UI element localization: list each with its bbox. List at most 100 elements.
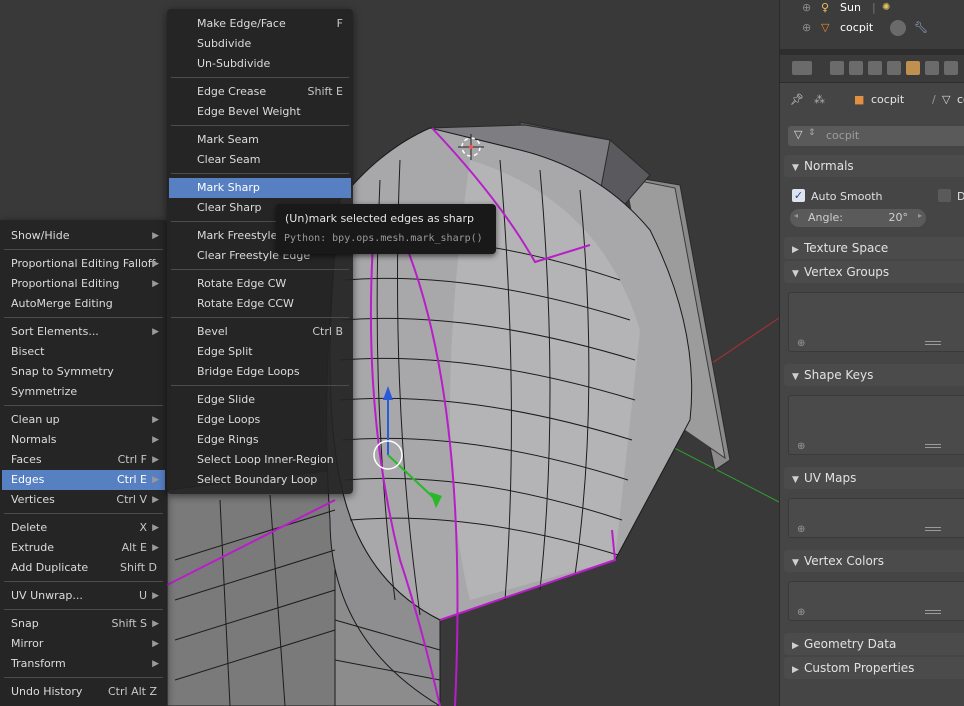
menu-item[interactable]: AutoMerge Editing bbox=[2, 294, 165, 314]
plus-icon[interactable]: ⊕ bbox=[797, 338, 805, 349]
menu-item-label: Proportional Editing Falloff bbox=[11, 257, 156, 270]
outliner-label: Sun bbox=[840, 1, 861, 14]
menu-item[interactable]: Select Boundary Loop bbox=[169, 470, 351, 490]
double-sided-checkbox[interactable] bbox=[938, 189, 951, 202]
menu-item[interactable]: Edge Rings bbox=[169, 430, 351, 450]
modifiers-icon[interactable] bbox=[944, 61, 958, 75]
constraints-icon[interactable] bbox=[925, 61, 939, 75]
object-icon[interactable] bbox=[906, 61, 920, 75]
menu-item[interactable]: Delete X ▶ bbox=[2, 518, 165, 538]
menu-item-label: Extrude bbox=[11, 541, 55, 554]
menu-item-label: Vertices bbox=[11, 493, 55, 506]
menu-separator bbox=[4, 405, 163, 406]
menu-item[interactable]: Mirror ▶ bbox=[2, 634, 165, 654]
shape-keys-list[interactable]: ⊕ bbox=[788, 395, 964, 455]
menu-item[interactable]: Clear Seam bbox=[169, 150, 351, 170]
menu-item[interactable]: Edges Ctrl E ▶ bbox=[2, 470, 165, 490]
editor-type-icon[interactable] bbox=[792, 61, 812, 75]
menu-item[interactable]: Mark Sharp bbox=[169, 178, 351, 198]
menu-item[interactable]: Edge Slide bbox=[169, 390, 351, 410]
menu-item[interactable]: Un-Subdivide bbox=[169, 54, 351, 74]
menu-item[interactable]: Bridge Edge Loops bbox=[169, 362, 351, 382]
chevron-left-icon[interactable]: ◂ bbox=[794, 211, 798, 220]
menu-item[interactable]: Rotate Edge CW bbox=[169, 274, 351, 294]
menu-item[interactable]: Proportional Editing Falloff ▶ bbox=[2, 254, 165, 274]
plus-icon[interactable]: ⊕ bbox=[797, 441, 805, 452]
plus-icon[interactable]: ⊕ bbox=[797, 524, 805, 535]
menu-item[interactable]: Snap Shift S ▶ bbox=[2, 614, 165, 634]
vertex-groups-list[interactable]: ⊕ bbox=[788, 292, 964, 352]
chevron-right-icon[interactable]: ▸ bbox=[918, 211, 922, 220]
menu-item[interactable]: Mark Seam bbox=[169, 130, 351, 150]
menu-item-label: Subdivide bbox=[197, 37, 252, 50]
object-context-icon: ■ bbox=[854, 93, 865, 106]
menu-item[interactable]: Normals ▶ bbox=[2, 430, 165, 450]
menu-item[interactable]: Snap to Symmetry bbox=[2, 362, 165, 382]
pin-icon[interactable]: 📌︎ bbox=[790, 93, 804, 106]
menu-item[interactable]: Bisect bbox=[2, 342, 165, 362]
menu-item[interactable]: Symmetrize bbox=[2, 382, 165, 402]
panel-geometry-data[interactable]: ▶ Geometry Data bbox=[784, 633, 964, 655]
menu-item-label: Edge Slide bbox=[197, 393, 256, 406]
panel-vertex-groups[interactable]: ▼ Vertex Groups bbox=[784, 261, 964, 283]
menu-item[interactable]: Extrude Alt E ▶ bbox=[2, 538, 165, 558]
menu-item[interactable]: Make Edge/Face F bbox=[169, 14, 351, 34]
menu-item-label: Bevel bbox=[197, 325, 228, 338]
menu-item[interactable]: Edge Bevel Weight bbox=[169, 102, 351, 122]
menu-item[interactable]: Clean up ▶ bbox=[2, 410, 165, 430]
panel-uv-maps[interactable]: ▼ UV Maps bbox=[784, 467, 964, 489]
submenu-arrow-icon: ▶ bbox=[152, 435, 159, 445]
render-layers-icon[interactable] bbox=[849, 61, 863, 75]
menu-item[interactable]: Add Duplicate Shift D bbox=[2, 558, 165, 578]
menu-item-shortcut: Ctrl F bbox=[117, 453, 147, 466]
resize-grip-icon[interactable] bbox=[925, 610, 941, 614]
menu-item[interactable]: Faces Ctrl F ▶ bbox=[2, 450, 165, 470]
menu-item[interactable]: Vertices Ctrl V ▶ bbox=[2, 490, 165, 510]
auto-smooth-checkbox[interactable]: ✓ bbox=[792, 189, 805, 202]
menu-item[interactable]: Sort Elements... ▶ bbox=[2, 322, 165, 342]
menu-item[interactable]: Edge Loops bbox=[169, 410, 351, 430]
menu-item[interactable]: Proportional Editing ▶ bbox=[2, 274, 165, 294]
angle-slider[interactable]: ◂ Angle: 20° ▸ bbox=[790, 209, 926, 227]
menu-item[interactable]: Undo History Ctrl Alt Z bbox=[2, 682, 165, 702]
mesh-datablock-icon[interactable]: ▽ bbox=[794, 128, 802, 141]
menu-item-label: Show/Hide bbox=[11, 229, 70, 242]
plus-icon[interactable]: ⊕ bbox=[797, 607, 805, 618]
menu-item[interactable]: UV Unwrap... U ▶ bbox=[2, 586, 165, 606]
menu-item-label: Rotate Edge CCW bbox=[197, 297, 294, 310]
menu-item[interactable]: Select Loop Inner-Region bbox=[169, 450, 351, 470]
resize-grip-icon[interactable] bbox=[925, 527, 941, 531]
resize-grip-icon[interactable] bbox=[925, 341, 941, 345]
scene-icon[interactable] bbox=[868, 61, 882, 75]
outliner-row-cocpit[interactable]: ⊕ ▽ cocpit 🔧︎ bbox=[780, 18, 964, 38]
menu-item[interactable]: Show/Hide ▶ bbox=[2, 226, 165, 246]
menu-item[interactable]: Rotate Edge CCW bbox=[169, 294, 351, 314]
breadcrumb-object: cocpit bbox=[871, 93, 905, 106]
panel-normals[interactable]: ▼ Normals bbox=[784, 155, 964, 177]
uv-maps-list[interactable]: ⊕ bbox=[788, 498, 964, 538]
world-icon[interactable] bbox=[887, 61, 901, 75]
panel-custom-properties[interactable]: ▶ Custom Properties bbox=[784, 657, 964, 679]
menu-item[interactable]: Subdivide bbox=[169, 34, 351, 54]
mesh-data-icon: ▽ bbox=[942, 93, 951, 106]
modifier-icon[interactable] bbox=[890, 20, 906, 36]
menu-item-label: Edges bbox=[11, 473, 45, 486]
menu-item-shortcut: Ctrl E bbox=[116, 473, 147, 486]
wrench-icon[interactable]: 🔧︎ bbox=[914, 18, 928, 38]
outliner: ⊕ ♀ Sun | ✺ ⊕ ▽ cocpit 🔧︎ bbox=[779, 0, 964, 55]
menu-item[interactable]: Edge Crease Shift E bbox=[169, 82, 351, 102]
panel-texture-space[interactable]: ▶ Texture Space bbox=[784, 237, 964, 259]
panel-shape-keys[interactable]: ▼ Shape Keys bbox=[784, 364, 964, 386]
menu-item[interactable]: Edge Split bbox=[169, 342, 351, 362]
lamp-data-icon[interactable]: ✺ bbox=[882, 0, 890, 18]
menu-item[interactable]: Bevel Ctrl B bbox=[169, 322, 351, 342]
menu-item[interactable]: Transform ▶ bbox=[2, 654, 165, 674]
outliner-row-sun[interactable]: ⊕ ♀ Sun | ✺ bbox=[780, 0, 964, 18]
menu-item-label: Bisect bbox=[11, 345, 45, 358]
panel-vertex-colors[interactable]: ▼ Vertex Colors bbox=[784, 550, 964, 572]
resize-grip-icon[interactable] bbox=[925, 444, 941, 448]
chevron-updown-icon[interactable]: ⇕ bbox=[808, 128, 816, 138]
mesh-datablock-field[interactable]: ▽ ⇕ cocpit bbox=[788, 126, 964, 146]
render-icon[interactable] bbox=[830, 61, 844, 75]
vertex-colors-list[interactable]: ⊕ bbox=[788, 581, 964, 621]
